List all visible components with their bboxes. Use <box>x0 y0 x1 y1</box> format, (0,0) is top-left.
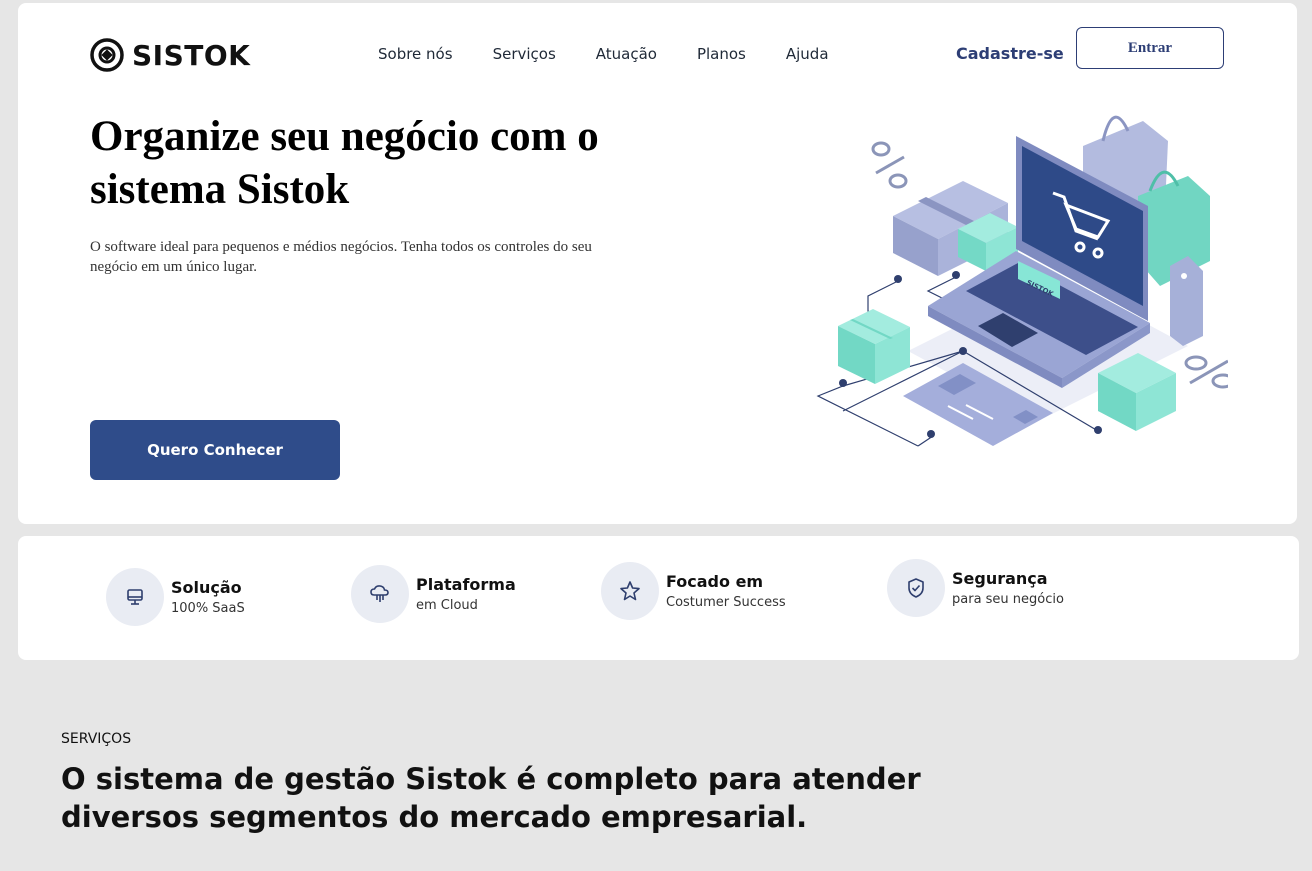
hero-subtitle: O software ideal para pequenos e médios … <box>90 239 592 275</box>
feature-subtitle: 100% SaaS <box>171 601 245 616</box>
brand-logo[interactable]: SISTOK <box>90 38 250 72</box>
feature-subtitle: para seu negócio <box>952 592 1064 607</box>
nav-item-atuacao[interactable]: Atuação <box>596 45 657 63</box>
nav-item-planos[interactable]: Planos <box>697 45 746 63</box>
feature-subtitle: Costumer Success <box>666 595 786 610</box>
signup-link[interactable]: Cadastre-se <box>956 44 1064 63</box>
feature-title: Solução <box>171 578 242 597</box>
brand-name: SISTOK <box>132 38 251 72</box>
feature-title: Plataforma <box>416 575 516 594</box>
feature-customer-success: Focado em Costumer Success <box>601 562 786 620</box>
nav-item-ajuda[interactable]: Ajuda <box>786 45 829 63</box>
feature-title: Focado em <box>666 572 764 591</box>
services-title: O sistema de gestão Sistok é completo pa… <box>61 762 921 834</box>
logo-icon <box>90 38 124 72</box>
feature-saas: Solução 100% SaaS <box>106 568 245 626</box>
hero-section: SISTOK Sobre nós Serviços Atuação Planos… <box>18 3 1297 524</box>
nav-item-sobre-nos[interactable]: Sobre nós <box>378 45 453 63</box>
main-nav: Sobre nós Serviços Atuação Planos Ajuda <box>378 45 869 63</box>
nav-item-servicos[interactable]: Serviços <box>493 45 556 63</box>
feature-cloud: Plataforma em Cloud <box>351 565 516 623</box>
feature-security: Segurança para seu negócio <box>887 559 1064 617</box>
login-button[interactable]: Entrar <box>1076 27 1224 69</box>
ecommerce-illustration: SISTOK <box>816 115 1228 447</box>
hero-title: Organize seu negócio com o sistema Sisto… <box>90 113 599 213</box>
cta-button[interactable]: Quero Conhecer <box>90 420 340 480</box>
shield-icon <box>887 559 945 617</box>
feature-subtitle: em Cloud <box>416 598 478 613</box>
features-section: Solução 100% SaaS Plataforma em Cloud Fo… <box>18 536 1299 660</box>
star-icon <box>601 562 659 620</box>
cloud-icon <box>351 565 409 623</box>
services-eyebrow: SERVIÇOS <box>61 731 132 747</box>
monitor-icon <box>106 568 164 626</box>
feature-title: Segurança <box>952 569 1048 588</box>
